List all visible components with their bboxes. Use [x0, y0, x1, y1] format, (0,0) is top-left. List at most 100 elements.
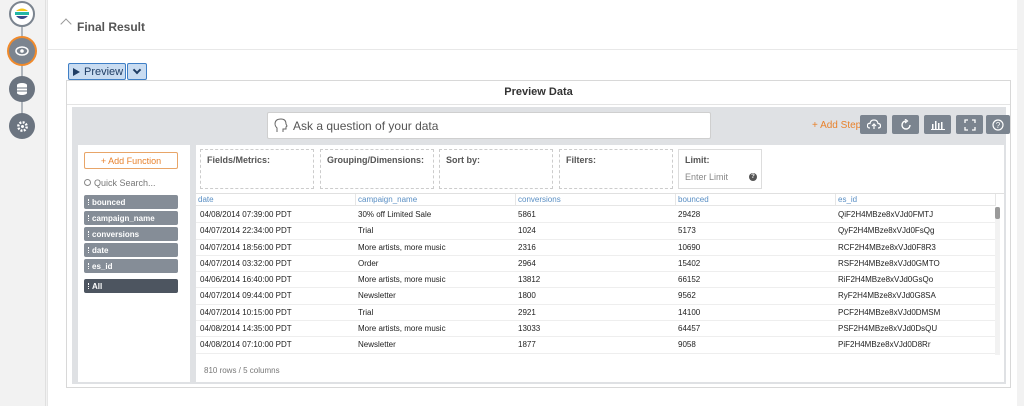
database-icon[interactable] [9, 76, 35, 102]
help-icon[interactable]: ? [749, 173, 757, 181]
column-header-bounced[interactable]: bounced [676, 194, 836, 206]
column-header-conversions[interactable]: conversions [516, 194, 676, 206]
quick-search-input[interactable] [94, 177, 174, 188]
grouping-dropzone[interactable]: Grouping/Dimensions: [320, 149, 434, 189]
field-chip-campaign-name[interactable]: campaign_name [84, 211, 178, 225]
field-chip-bounced[interactable]: bounced [84, 195, 178, 209]
table-cell-bounced: 5173 [678, 226, 696, 236]
quick-search[interactable] [84, 175, 178, 190]
table-cell-es-id: PiF2H4MBze8xVJd0D8Rr [838, 340, 931, 350]
table-cell-es-id: QyF2H4MBze8xVJd0FsQg [838, 226, 935, 236]
ask-question-input[interactable] [293, 118, 693, 133]
table-row[interactable]: 04/06/2014 05:43:00 PDT Rewards 6404 30677 V… [196, 354, 996, 358]
ask-question-box[interactable] [267, 112, 711, 139]
zone-label: Sort by: [446, 155, 481, 165]
field-chip-label: es_id [92, 261, 113, 271]
section-header[interactable]: Final Result [48, 0, 1018, 50]
table-cell-conversions: 13812 [518, 275, 541, 285]
preview-eye-icon[interactable] [9, 38, 35, 64]
preview-button[interactable]: Preview [68, 63, 126, 80]
table-scrollbar[interactable] [995, 207, 1000, 355]
table-cell-bounced: 30677 [678, 354, 700, 358]
expand-icon [963, 118, 976, 131]
chart-button[interactable] [924, 115, 951, 134]
table-cell-es-id: RiF2H4MBze8xVJd0GsQo [838, 275, 934, 285]
table-header: date campaign_name conversions bounced e… [196, 194, 996, 206]
table-cell-conversions: 2921 [518, 307, 536, 317]
play-icon [73, 67, 80, 76]
table-cell-bounced: 9058 [678, 340, 696, 350]
table-row[interactable]: 04/07/2014 10:15:00 PDT Trial 2921 14100 PCF… [196, 305, 996, 322]
gear-icon[interactable] [9, 113, 35, 139]
query-zones: Fields/Metrics: Grouping/Dimensions: Sor… [196, 145, 1004, 382]
drag-handle-icon [88, 231, 89, 237]
drag-handle-icon [88, 247, 89, 253]
field-chip-all[interactable]: All [84, 279, 178, 293]
field-chip-label: bounced [92, 197, 126, 207]
table-cell-bounced: 15402 [678, 258, 701, 268]
filters-dropzone[interactable]: Filters: [559, 149, 673, 189]
table-row[interactable]: 04/07/2014 18:56:00 PDT More artists, mor… [196, 240, 996, 256]
table-cell-campaign-name: Rewards [358, 354, 390, 358]
preview-data-title: Preview Data [67, 81, 1010, 105]
table-cell-campaign-name: Order [358, 258, 379, 268]
functions-panel: + Add Function bounced campaign_name con… [78, 145, 190, 382]
table-cell-campaign-name: Newsletter [358, 291, 396, 301]
table-cell-date: 04/08/2014 07:10:00 PDT [200, 340, 292, 350]
field-chip-label: campaign_name [92, 213, 155, 223]
table-cell-date: 04/06/2014 05:43:00 PDT [200, 354, 292, 358]
limit-field[interactable]: ? [685, 172, 757, 182]
column-header-es-id[interactable]: es_id [836, 194, 996, 206]
expand-button[interactable] [956, 115, 983, 134]
preview-button-label: Preview [84, 65, 124, 78]
help-button[interactable]: ? [986, 115, 1010, 134]
voice-head-icon [274, 117, 288, 134]
field-chip-es-id[interactable]: es_id [84, 259, 178, 273]
table-cell-date: 04/07/2014 10:15:00 PDT [200, 307, 292, 317]
refresh-icon [900, 118, 911, 130]
add-step-label: Add Step [820, 120, 862, 131]
table-row[interactable]: 04/07/2014 09:44:00 PDT Newsletter 1800 956… [196, 288, 996, 305]
svg-text:?: ? [996, 121, 1001, 130]
table-row[interactable]: 04/07/2014 22:34:00 PDT Trial 1024 5173 QyF2… [196, 223, 996, 240]
help-icon: ? [992, 118, 1004, 131]
add-function-button[interactable]: + Add Function [84, 152, 178, 169]
table-cell-campaign-name: More artists, more music [358, 275, 446, 285]
table-cell-conversions: 5861 [518, 210, 536, 219]
table-cell-campaign-name: Trial [358, 226, 374, 236]
sort-by-dropzone[interactable]: Sort by: [439, 149, 553, 189]
drag-handle-icon [88, 199, 89, 205]
chevron-up-icon[interactable] [60, 18, 72, 30]
table-row[interactable]: 04/08/2014 14:35:00 PDT More artists, mor… [196, 321, 996, 338]
table-cell-es-id: VCF2H4MBze8xVJd0LcQI [838, 354, 933, 358]
table-cell-bounced: 9562 [678, 291, 696, 301]
column-header-campaign-name[interactable]: campaign_name [356, 194, 516, 206]
field-chip-conversions[interactable]: conversions [84, 227, 178, 241]
drag-handle-icon [88, 283, 89, 289]
table-cell-conversions: 1877 [518, 340, 536, 350]
table-cell-bounced: 66152 [678, 275, 701, 285]
table-cell-es-id: PCF2H4MBze8xVJd0DMSM [838, 307, 941, 317]
preview-data-panel: Preview Data + Add Step ? [66, 80, 1011, 388]
refresh-button[interactable] [892, 115, 919, 134]
table-cell-conversions: 1800 [518, 291, 536, 301]
table-cell-bounced: 14100 [678, 307, 701, 317]
limit-input[interactable] [685, 172, 745, 182]
column-header-date[interactable]: date [196, 194, 356, 206]
add-step-button[interactable]: + Add Step [812, 120, 861, 131]
table-cell-bounced: 10690 [678, 242, 701, 252]
table-row[interactable]: 04/07/2014 03:32:00 PDT Order 2964 15402 RSF… [196, 256, 996, 273]
fields-metrics-dropzone[interactable]: Fields/Metrics: [200, 149, 314, 189]
app-logo-icon[interactable] [9, 1, 35, 27]
field-chip-date[interactable]: date [84, 243, 178, 257]
workflow-rail [0, 0, 46, 406]
table-cell-bounced: 29428 [678, 210, 701, 219]
scrollbar-thumb[interactable] [995, 207, 1000, 219]
cloud-upload-button[interactable] [860, 115, 887, 134]
preview-dropdown-button[interactable] [127, 63, 147, 80]
table-cell-campaign-name: More artists, more music [358, 242, 446, 252]
table-cell-conversions: 1024 [518, 226, 536, 236]
table-row[interactable]: 04/08/2014 07:39:00 PDT 30% off Limited S… [196, 207, 996, 224]
table-row[interactable]: 04/06/2014 16:40:00 PDT More artists, mor… [196, 272, 996, 289]
table-row[interactable]: 04/08/2014 07:10:00 PDT Newsletter 1877 905… [196, 337, 996, 354]
